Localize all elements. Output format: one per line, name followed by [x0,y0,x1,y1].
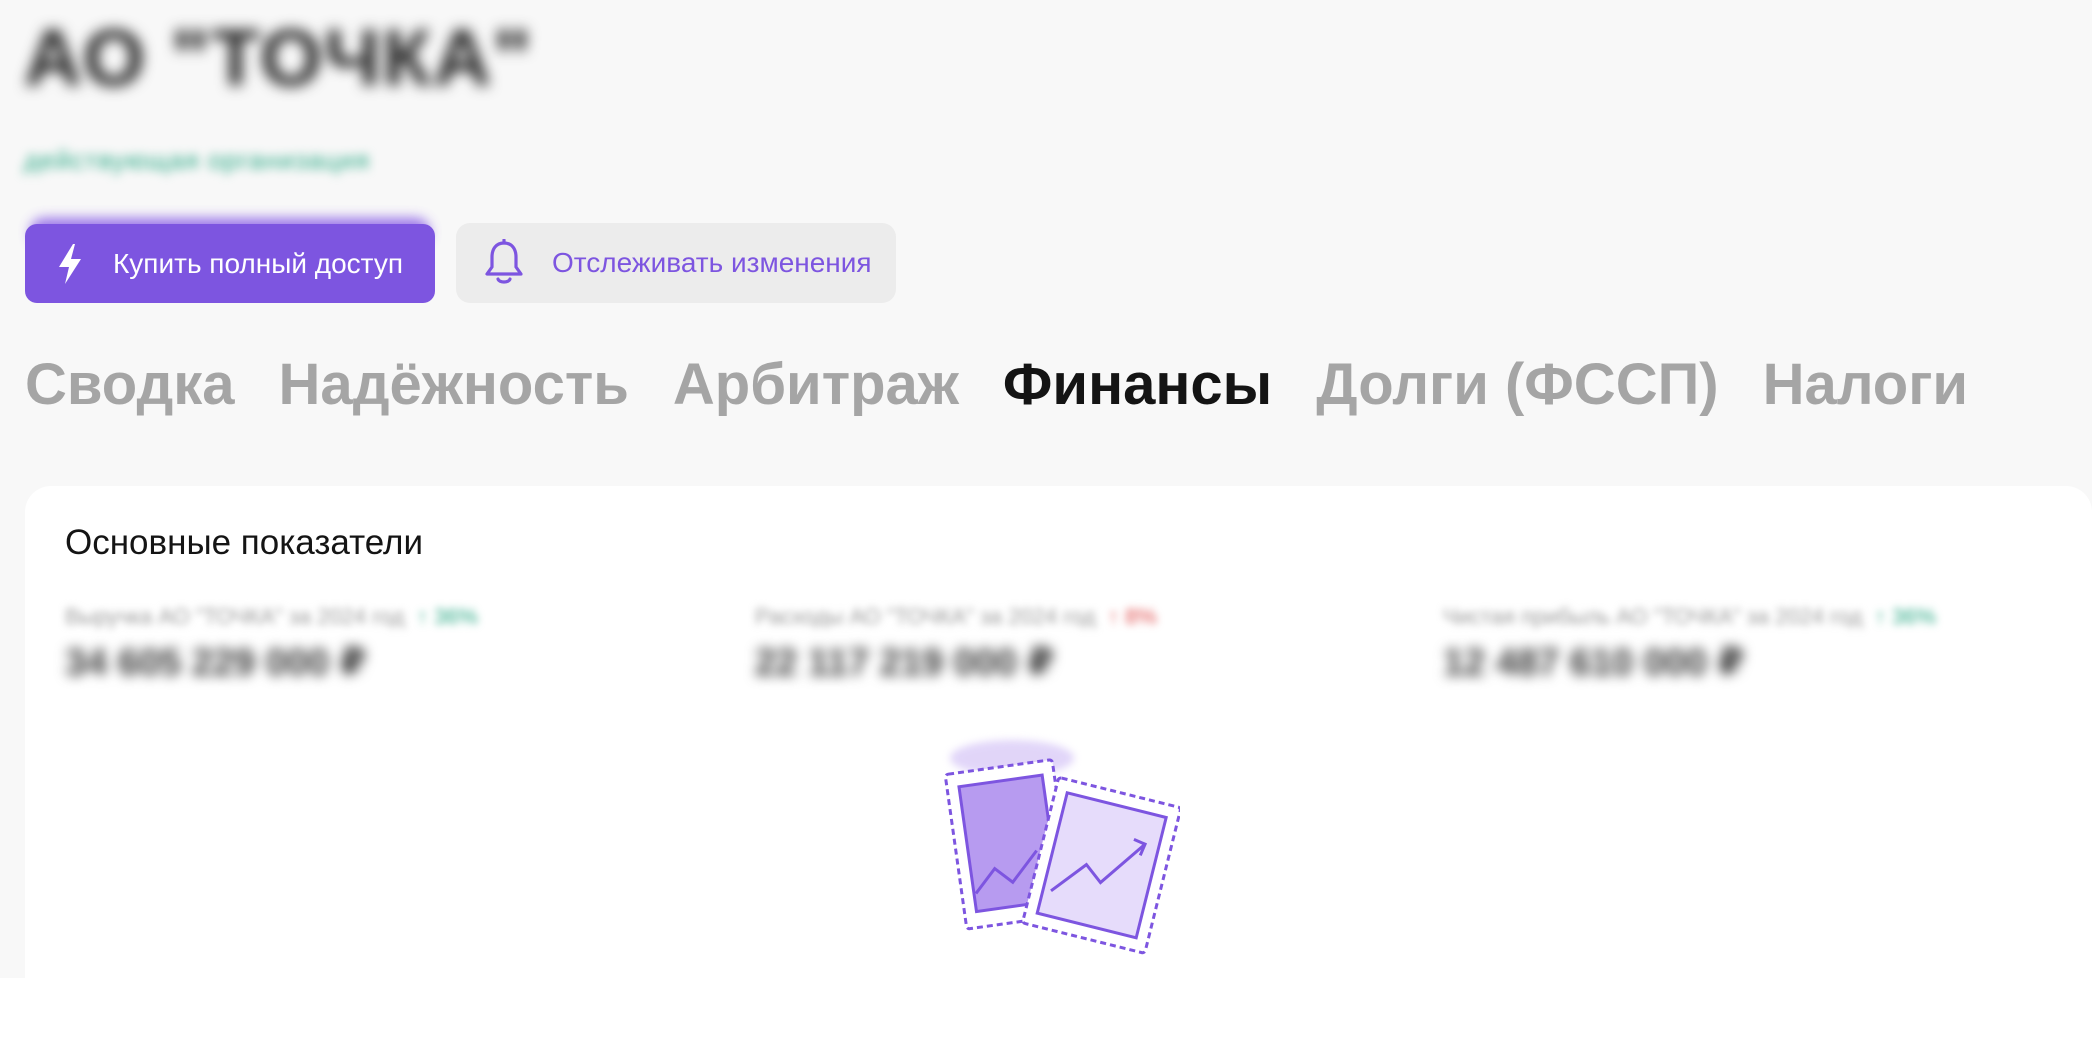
buy-full-access-label: Купить полный доступ [113,247,403,279]
tab-debts[interactable]: Долги (ФССП) [1316,350,1718,420]
metric-value: 12 487 610 000 ₽ [1443,642,1745,684]
tab-finance[interactable]: Финансы [1003,350,1272,420]
metric-value: 34 605 229 000 ₽ [65,642,367,684]
tab-summary[interactable]: Сводка [25,350,235,420]
tab-arbitration[interactable]: Арбитраж [673,350,959,420]
buy-full-access-button[interactable]: Купить полный доступ [25,224,435,303]
tab-taxes[interactable]: Налоги [1763,350,1968,420]
finance-chart-stamps-icon [940,728,1182,956]
metric-label: Чистая прибыль АО "ТОЧКА" за 2024 год [1443,604,1863,629]
metric-revenue: Выручка АО "ТОЧКА" за 2024 год ↑ 36% 34 … [65,604,478,685]
section-tabs: Сводка Надёжность Арбитраж Финансы Долги… [25,350,1968,420]
bell-icon [482,239,526,287]
metric-value: 22 117 219 000 ₽ [755,642,1055,684]
track-changes-label: Отслеживать изменения [552,247,872,278]
tab-reliability[interactable]: Надёжность [279,350,629,420]
metric-delta: ↑ 36% [416,604,478,629]
company-title: АО "ТОЧКА" [24,13,533,102]
card-title: Основные показатели [65,523,424,562]
metric-net-profit: Чистая прибыль АО "ТОЧКА" за 2024 год ↑ … [1443,604,1936,685]
metric-expenses: Расходы АО "ТОЧКА" за 2024 год ↑ 8% 22 1… [755,604,1157,685]
metric-label: Выручка АО "ТОЧКА" за 2024 год [65,604,405,629]
track-changes-button[interactable]: Отслеживать изменения [456,223,896,303]
lightning-icon [53,242,87,286]
metric-label: Расходы АО "ТОЧКА" за 2024 год [755,604,1096,629]
company-status: действующая организация [24,145,371,175]
metric-delta: ↑ 8% [1107,604,1157,629]
metric-delta: ↑ 36% [1874,604,1936,629]
